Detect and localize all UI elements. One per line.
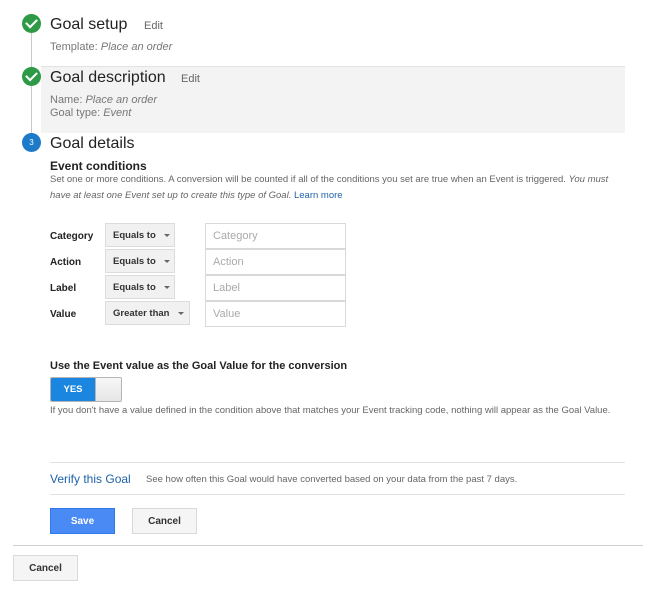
label-operator-value: Equals to [113, 281, 156, 293]
check-icon [25, 15, 38, 29]
goal-type-value: Event [103, 107, 132, 119]
toggle-yes-label: YES [51, 378, 95, 401]
value-operator-dropdown[interactable]: Greater than [105, 301, 190, 325]
template-detail: Template: Place an order [50, 41, 172, 54]
name-label: Name: [50, 94, 86, 106]
value-label: Value [50, 309, 77, 320]
label-label: Label [50, 283, 77, 294]
value-input[interactable] [205, 301, 346, 327]
edit-goal-description-link[interactable]: Edit [181, 73, 200, 85]
event-conditions-help: Set one or more conditions. A conversion… [50, 172, 625, 204]
chevron-down-icon [163, 233, 170, 237]
edit-goal-setup-link[interactable]: Edit [144, 20, 163, 32]
category-label: Category [50, 231, 94, 242]
cancel-button[interactable]: Cancel [132, 508, 197, 534]
goal-value-heading: Use the Event value as the Goal Value fo… [50, 360, 348, 372]
verify-goal-link[interactable]: Verify this Goal [50, 472, 131, 486]
name-detail: Name: Place an order [50, 94, 157, 107]
goal-type-detail: Goal type: Event [50, 107, 131, 120]
action-operator-value: Equals to [113, 255, 156, 267]
divider [50, 462, 625, 463]
check-icon [25, 68, 38, 82]
chevron-down-icon [177, 311, 184, 315]
category-operator-value: Equals to [113, 229, 156, 241]
category-input[interactable] [205, 223, 346, 249]
label-input[interactable] [205, 275, 346, 301]
save-button[interactable]: Save [50, 508, 115, 534]
verify-goal-text: See how often this Goal would have conve… [146, 474, 518, 485]
goal-value-toggle[interactable]: YES [50, 377, 122, 402]
goal-value-help: If you don't have a value defined in the… [50, 405, 611, 416]
label-operator-dropdown[interactable]: Equals to [105, 275, 175, 299]
chevron-down-icon [163, 285, 170, 289]
step-2-title: Goal description [50, 69, 166, 86]
toggle-knob [95, 378, 121, 401]
footer-divider [13, 545, 643, 546]
name-value: Place an order [85, 94, 158, 106]
chevron-down-icon [163, 259, 170, 263]
learn-more-link[interactable]: Learn more [294, 190, 343, 201]
step-3-title: Goal details [50, 135, 135, 152]
divider [50, 494, 625, 495]
value-operator-value: Greater than [113, 307, 170, 319]
step-3-number-icon: 3 [22, 133, 41, 152]
action-label: Action [50, 257, 82, 268]
category-operator-dropdown[interactable]: Equals to [105, 223, 175, 247]
step-1-title: Goal setup [50, 16, 128, 33]
goal-type-label: Goal type: [50, 107, 104, 119]
step-1-complete-icon [22, 14, 41, 33]
template-label: Template: [50, 41, 101, 53]
step-2-complete-icon [22, 67, 41, 86]
action-input[interactable] [205, 249, 346, 275]
footer-cancel-button[interactable]: Cancel [13, 555, 78, 581]
template-value: Place an order [100, 41, 173, 53]
help-text: Set one or more conditions. A conversion… [50, 174, 569, 185]
action-operator-dropdown[interactable]: Equals to [105, 249, 175, 273]
event-conditions-heading: Event conditions [50, 159, 147, 173]
